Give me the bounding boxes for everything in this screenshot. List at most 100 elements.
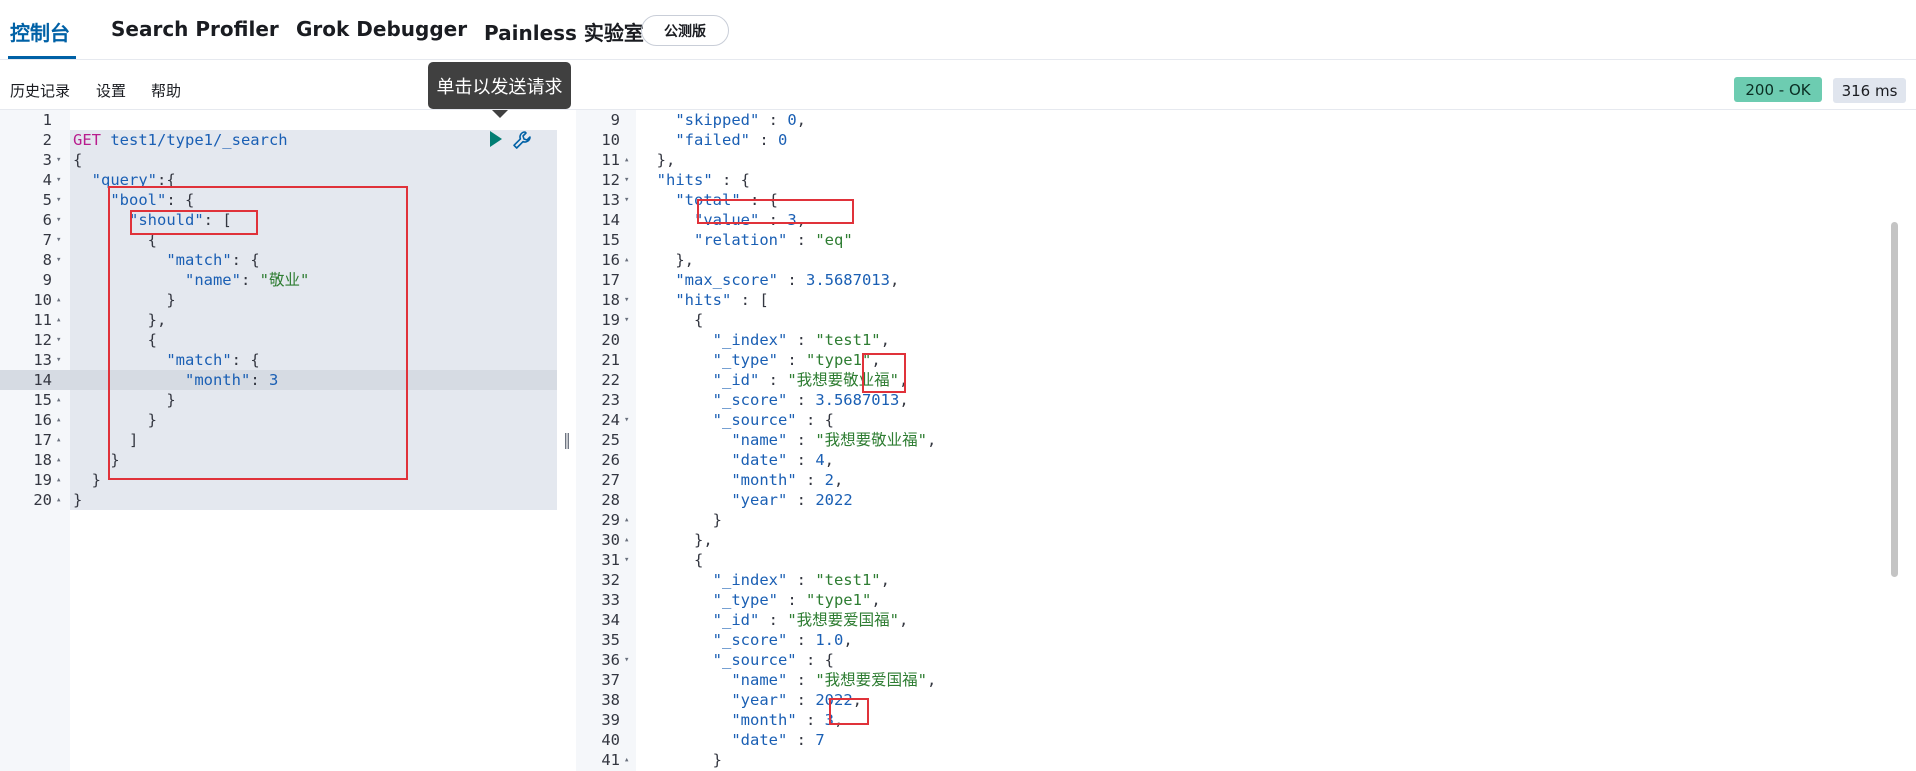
fold-caret-up-icon[interactable]: ▴ (56, 490, 61, 510)
fold-caret-down-icon[interactable]: ▾ (624, 170, 629, 190)
code-token: GET (73, 131, 111, 149)
line-number: 14 (33, 371, 52, 389)
line-number: 24 (601, 411, 620, 429)
code-text: { (638, 310, 703, 330)
tab-painless-lab[interactable]: Painless 实验室 (484, 17, 644, 46)
fold-caret-up-icon[interactable]: ▴ (624, 750, 629, 770)
code-token: : (787, 571, 816, 589)
line-number: 29 (601, 511, 620, 529)
tab-console[interactable]: 控制台 (10, 17, 70, 46)
line-number: 11 (601, 151, 620, 169)
code-text: "_index" : "test1", (638, 570, 890, 590)
line-number: 27 (601, 471, 620, 489)
code-token: "_index" (712, 331, 788, 349)
fold-caret-up-icon[interactable]: ▴ (56, 410, 61, 430)
fold-caret-up-icon[interactable]: ▴ (624, 150, 629, 170)
fold-caret-down-icon[interactable]: ▾ (624, 310, 629, 330)
code-token: : (749, 131, 778, 149)
line-number: 19 (33, 471, 52, 489)
settings-link[interactable]: 设置 (96, 80, 126, 101)
play-icon[interactable] (490, 131, 502, 147)
fold-caret-down-icon[interactable]: ▾ (56, 210, 61, 230)
line-number: 11 (33, 311, 52, 329)
line-number: 8 (42, 251, 52, 269)
code-token: "test1" (815, 571, 881, 589)
line-number: 26 (601, 451, 620, 469)
line-number: 12 (601, 171, 620, 189)
help-link[interactable]: 帮助 (151, 80, 181, 101)
fold-caret-down-icon[interactable]: ▾ (624, 410, 629, 430)
code-text: }, (638, 150, 676, 170)
code-token: "hits" (656, 171, 713, 189)
fold-caret-up-icon[interactable]: ▴ (624, 530, 629, 550)
code-token: : (777, 271, 806, 289)
code-text: "hits" : { (638, 170, 750, 190)
fold-caret-up-icon[interactable]: ▴ (56, 470, 61, 490)
fold-caret-down-icon[interactable]: ▾ (56, 150, 61, 170)
line-number: 12 (33, 331, 52, 349)
fold-caret-up-icon[interactable]: ▴ (56, 450, 61, 470)
fold-caret-up-icon[interactable]: ▴ (624, 250, 629, 270)
code-token: , (899, 611, 909, 629)
fold-caret-up-icon[interactable]: ▴ (56, 390, 61, 410)
line-number: 34 (601, 611, 620, 629)
code-text: "_index" : "test1", (638, 330, 890, 350)
fold-caret-down-icon[interactable]: ▾ (56, 230, 61, 250)
request-time-badge: 316 ms (1833, 78, 1906, 103)
fold-caret-down-icon[interactable]: ▾ (624, 650, 629, 670)
tab-grok-debugger[interactable]: Grok Debugger (296, 17, 467, 41)
fold-caret-down-icon[interactable]: ▾ (56, 170, 61, 190)
tab-search-profiler[interactable]: Search Profiler (111, 17, 279, 41)
line-number: 31 (601, 551, 620, 569)
fold-caret-up-icon[interactable]: ▴ (624, 510, 629, 530)
fold-caret-down-icon[interactable]: ▾ (56, 190, 61, 210)
fold-caret-down-icon[interactable]: ▾ (624, 550, 629, 570)
code-token: : (796, 471, 825, 489)
wrench-icon[interactable] (511, 129, 533, 151)
fold-caret-down-icon[interactable]: ▾ (56, 350, 61, 370)
line-number: 36 (601, 651, 620, 669)
resize-handle[interactable]: ‖ (563, 430, 571, 449)
code-text: } (638, 750, 722, 770)
code-token: test1/type1/_search (110, 131, 288, 149)
code-text: "_score" : 3.5687013, (638, 390, 909, 410)
history-link[interactable]: 历史记录 (10, 80, 70, 101)
line-number: 10 (601, 131, 620, 149)
fold-caret-up-icon[interactable]: ▴ (56, 290, 61, 310)
line-number: 10 (33, 291, 52, 309)
fold-caret-up-icon[interactable]: ▴ (56, 430, 61, 450)
line-number: 23 (601, 391, 620, 409)
fold-caret-down-icon[interactable]: ▾ (624, 190, 629, 210)
code-token: }, (638, 151, 676, 169)
line-number: 19 (601, 311, 620, 329)
fold-caret-down-icon[interactable]: ▾ (56, 330, 61, 350)
code-token: , (871, 591, 881, 609)
response-scrollbar[interactable] (1891, 222, 1898, 577)
code-token: , (927, 431, 937, 449)
code-text: "month" : 2, (638, 470, 843, 490)
fold-caret-up-icon[interactable]: ▴ (56, 310, 61, 330)
code-token: 3.5687013 (815, 391, 900, 409)
code-token: : (787, 671, 816, 689)
code-token: : { (796, 411, 834, 429)
beta-badge: 公测版 (641, 15, 729, 46)
fold-caret-down-icon[interactable]: ▾ (624, 290, 629, 310)
code-token: 0 (787, 111, 797, 129)
code-token: , (899, 391, 909, 409)
fold-caret-down-icon[interactable]: ▾ (56, 250, 61, 270)
line-number: 39 (601, 711, 620, 729)
code-text: "_id" : "我想要爱国福", (638, 610, 909, 630)
annotation-box-total-value (697, 199, 854, 224)
annotation-box-should (130, 210, 258, 235)
code-token: : (787, 331, 816, 349)
